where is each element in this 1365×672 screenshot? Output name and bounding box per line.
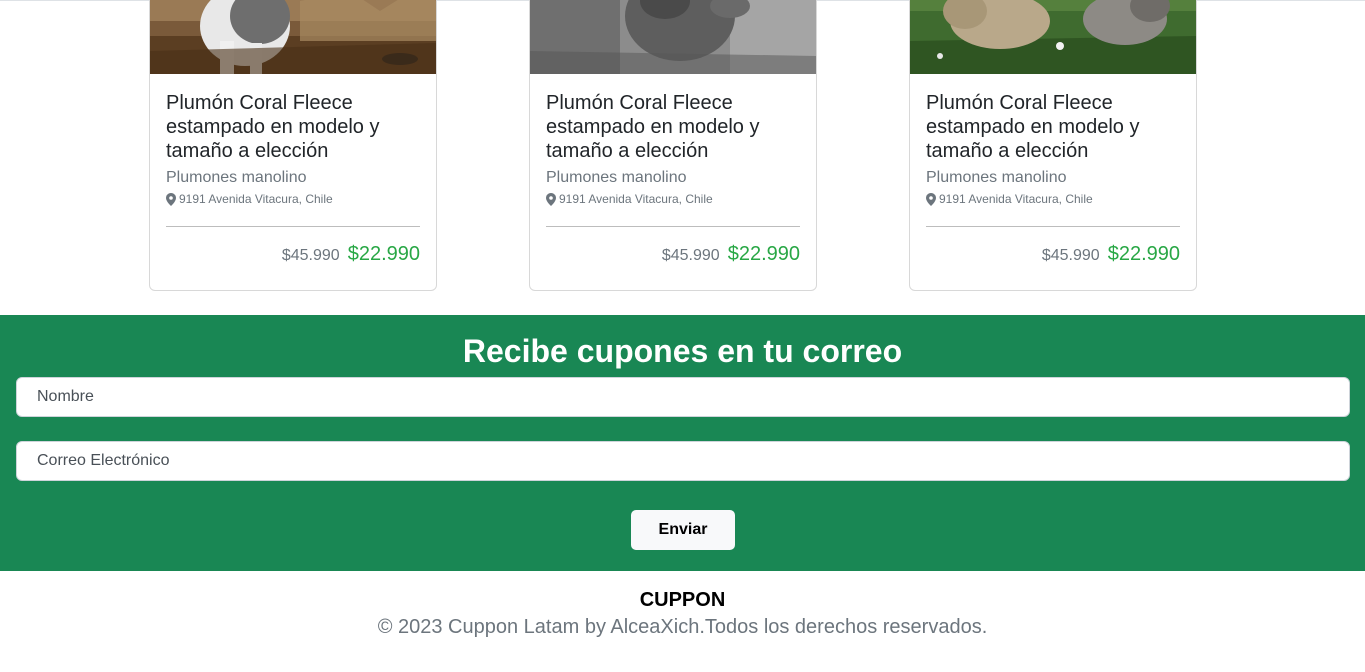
product-vendor: Plumones manolino bbox=[546, 169, 687, 186]
husky-puppy-photo bbox=[150, 0, 436, 74]
product-card[interactable]: Plumón Coral Fleece estampado en modelo … bbox=[149, 0, 437, 291]
product-title[interactable]: Plumón Coral Fleece estampado en modelo … bbox=[166, 91, 416, 163]
card-divider bbox=[546, 226, 800, 227]
product-address: 9191 Avenida Vitacura, Chile bbox=[926, 192, 1093, 207]
sale-price: $22.990 bbox=[727, 243, 800, 265]
product-vendor: Plumones manolino bbox=[926, 169, 1067, 186]
product-address: 9191 Avenida Vitacura, Chile bbox=[166, 192, 333, 207]
old-price: $45.990 bbox=[661, 247, 720, 264]
map-pin-icon bbox=[166, 193, 176, 206]
price-block: $45.990 $22.990 bbox=[1042, 243, 1180, 266]
footer-brand: CUPPON bbox=[639, 589, 726, 611]
price-block: $45.990 $22.990 bbox=[662, 243, 800, 266]
product-vendor: Plumones manolino bbox=[166, 169, 307, 186]
email-input[interactable] bbox=[16, 441, 1350, 481]
map-pin-icon bbox=[926, 193, 936, 206]
product-title[interactable]: Plumón Coral Fleece estampado en modelo … bbox=[546, 91, 796, 163]
footer: CUPPON © 2023 Cuppon Latam by AlceaXich.… bbox=[0, 571, 1365, 672]
gray-dog-photo bbox=[530, 0, 816, 74]
address-text: 9191 Avenida Vitacura, Chile bbox=[179, 192, 333, 206]
sale-price: $22.990 bbox=[347, 243, 420, 265]
sale-price: $22.990 bbox=[1107, 243, 1180, 265]
product-address: 9191 Avenida Vitacura, Chile bbox=[546, 192, 713, 207]
product-image[interactable] bbox=[150, 0, 436, 74]
newsletter-section: Recibe cupones en tu correo Enviar bbox=[0, 315, 1365, 571]
map-pin-icon bbox=[546, 193, 556, 206]
dogs-on-grass-photo bbox=[910, 0, 1196, 74]
submit-button[interactable]: Enviar bbox=[631, 510, 735, 550]
newsletter-title: Recibe cupones en tu correo bbox=[462, 333, 903, 369]
old-price: $45.990 bbox=[1041, 247, 1100, 264]
product-list: Plumón Coral Fleece estampado en modelo … bbox=[0, 0, 1365, 315]
price-block: $45.990 $22.990 bbox=[282, 243, 420, 266]
product-title[interactable]: Plumón Coral Fleece estampado en modelo … bbox=[926, 91, 1176, 163]
name-input[interactable] bbox=[16, 377, 1350, 417]
product-card[interactable]: Plumón Coral Fleece estampado en modelo … bbox=[529, 0, 817, 291]
old-price: $45.990 bbox=[281, 247, 340, 264]
footer-copyright: © 2023 Cuppon Latam by AlceaXich.Todos l… bbox=[377, 616, 988, 638]
product-image[interactable] bbox=[530, 0, 816, 74]
card-divider bbox=[926, 226, 1180, 227]
address-text: 9191 Avenida Vitacura, Chile bbox=[559, 192, 713, 206]
card-divider bbox=[166, 226, 420, 227]
product-image[interactable] bbox=[910, 0, 1196, 74]
address-text: 9191 Avenida Vitacura, Chile bbox=[939, 192, 1093, 206]
product-card[interactable]: Plumón Coral Fleece estampado en modelo … bbox=[909, 0, 1197, 291]
